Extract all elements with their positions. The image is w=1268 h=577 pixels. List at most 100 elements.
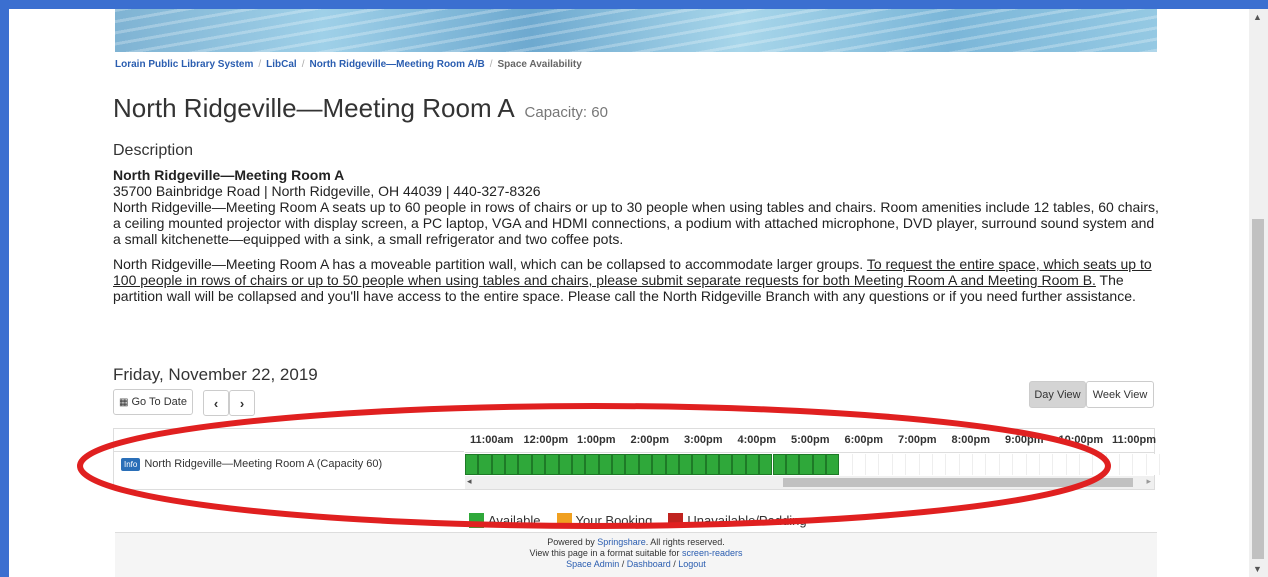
available-slot[interactable] [545,454,559,475]
available-slot[interactable] [638,454,653,475]
room-address: 35700 Bainbridge Road | North Ridgeville… [113,183,541,199]
legend-label: Available [488,513,541,528]
empty-slot [1026,454,1040,475]
available-slot[interactable] [732,454,746,475]
empty-slot [973,454,987,475]
next-day-button[interactable]: › [229,390,255,416]
available-slot[interactable] [652,454,666,475]
available-slot[interactable] [759,454,773,475]
available-slot[interactable] [705,454,720,475]
available-slot[interactable] [745,454,760,475]
grid-scrollbar[interactable]: ◂ ▸ [465,476,1154,489]
time-header-label: 11:00am [470,434,514,446]
available-slot[interactable] [478,454,492,475]
available-slot[interactable] [785,454,800,475]
previous-day-button[interactable]: ‹ [203,390,229,416]
breadcrumb-separator: / [489,59,493,70]
available-slot[interactable] [772,454,786,475]
logout-link[interactable]: Logout [678,559,706,569]
legend-label: Your Booking [575,513,653,528]
time-slots [465,452,1161,476]
breadcrumb-libcal[interactable]: LibCal [266,59,297,70]
empty-slot [919,454,933,475]
available-slot[interactable] [558,454,572,475]
description-heading: Description [113,142,194,159]
room-row-label: North Ridgeville—Meeting Room A (Capacit… [144,458,383,470]
description-intro: North Ridgeville—Meeting Room A 35700 Ba… [113,167,1163,247]
availability-grid: 11:00am 12:00pm 1:00pm 2:00pm 3:00pm 4:00pm 5:… [113,428,1161,490]
available-slot[interactable] [465,454,479,475]
empty-slot [879,454,893,475]
available-slot[interactable] [812,454,826,475]
breadcrumb-library[interactable]: Lorain Public Library System [115,59,253,70]
available-slot[interactable] [612,454,626,475]
available-slot[interactable] [665,454,679,475]
footer-view-prefix: View this page in a format suitable for [529,548,682,558]
go-to-date-label: Go To Date [131,396,187,408]
scroll-right-icon[interactable]: ▸ [1146,476,1151,487]
info-button[interactable]: Info [121,457,141,471]
empty-slot [866,454,880,475]
available-slot[interactable] [825,454,840,475]
screen-readers-link[interactable]: screen-readers [682,548,743,558]
footer-powered-suffix: . All rights reserved. [645,537,725,547]
available-slot[interactable] [505,454,519,475]
empty-slot [906,454,920,475]
available-slot[interactable] [719,454,733,475]
available-slot[interactable] [585,454,599,475]
day-view-button[interactable]: Day View [1029,381,1086,408]
room-title: North Ridgeville—Meeting Room A [113,93,514,123]
available-slot[interactable] [692,454,706,475]
time-header-label: 3:00pm [684,434,723,446]
empty-slot [932,454,947,475]
breadcrumb-separator: / [301,59,305,70]
available-slot[interactable] [571,454,586,475]
time-header: 11:00am 12:00pm 1:00pm 2:00pm 3:00pm 4:00pm 5:… [464,429,1157,451]
calendar-icon: ▦ [119,396,129,408]
time-header-label: 10:00pm [1058,434,1104,446]
empty-slot [852,454,867,475]
footer-view: View this page in a format suitable for … [115,548,1157,559]
time-header-label: 7:00pm [898,434,937,446]
scroll-up-icon[interactable]: ▲ [1253,12,1262,22]
available-slot[interactable] [531,454,546,475]
description-paragraph-1: North Ridgeville—Meeting Room A seats up… [113,199,1159,247]
available-slot[interactable] [598,454,613,475]
time-header-label: 12:00pm [523,434,569,446]
springshare-link[interactable]: Springshare [597,537,646,547]
week-view-button[interactable]: Week View [1086,381,1154,408]
empty-slot [1146,454,1161,475]
go-to-date-button[interactable]: ▦ Go To Date [113,389,193,415]
available-slot[interactable] [491,454,506,475]
legend-item: Available [469,513,541,528]
scroll-down-icon[interactable]: ▼ [1253,564,1262,574]
page-scrollbar-thumb[interactable] [1252,219,1264,559]
empty-slot [1106,454,1121,475]
legend-item: Unavailable/Padding [668,513,807,528]
empty-slot [1080,454,1094,475]
chevron-right-icon: › [239,395,245,411]
empty-slot [839,454,853,475]
available-slot[interactable] [518,454,532,475]
available-slot[interactable] [799,454,813,475]
available-slot[interactable] [625,454,639,475]
empty-slot [1039,454,1054,475]
time-header-label: 5:00pm [791,434,830,446]
dashboard-link[interactable]: Dashboard [627,559,671,569]
breadcrumb-current: Space Availability [497,59,582,70]
page-scrollbar[interactable]: ▲ ▼ [1249,9,1268,577]
footer-powered-prefix: Powered by [547,537,598,547]
breadcrumb-room[interactable]: North Ridgeville—Meeting Room A/B [310,59,485,70]
available-slot[interactable] [678,454,693,475]
empty-slot [892,454,907,475]
time-header-label: 8:00pm [951,434,991,446]
footer-admin: Space Admin / Dashboard / Logout [566,559,706,569]
space-admin-link[interactable]: Space Admin [566,559,619,569]
empty-slot [1120,454,1134,475]
empty-slot [1133,454,1147,475]
time-header-label: 9:00pm [1005,434,1044,446]
grid-scrollbar-thumb[interactable] [783,478,1133,487]
time-header-label: 11:00pm [1112,434,1157,446]
room-row: Info North Ridgeville—Meeting Room A (Ca… [114,451,464,476]
scroll-left-icon[interactable]: ◂ [467,476,472,487]
